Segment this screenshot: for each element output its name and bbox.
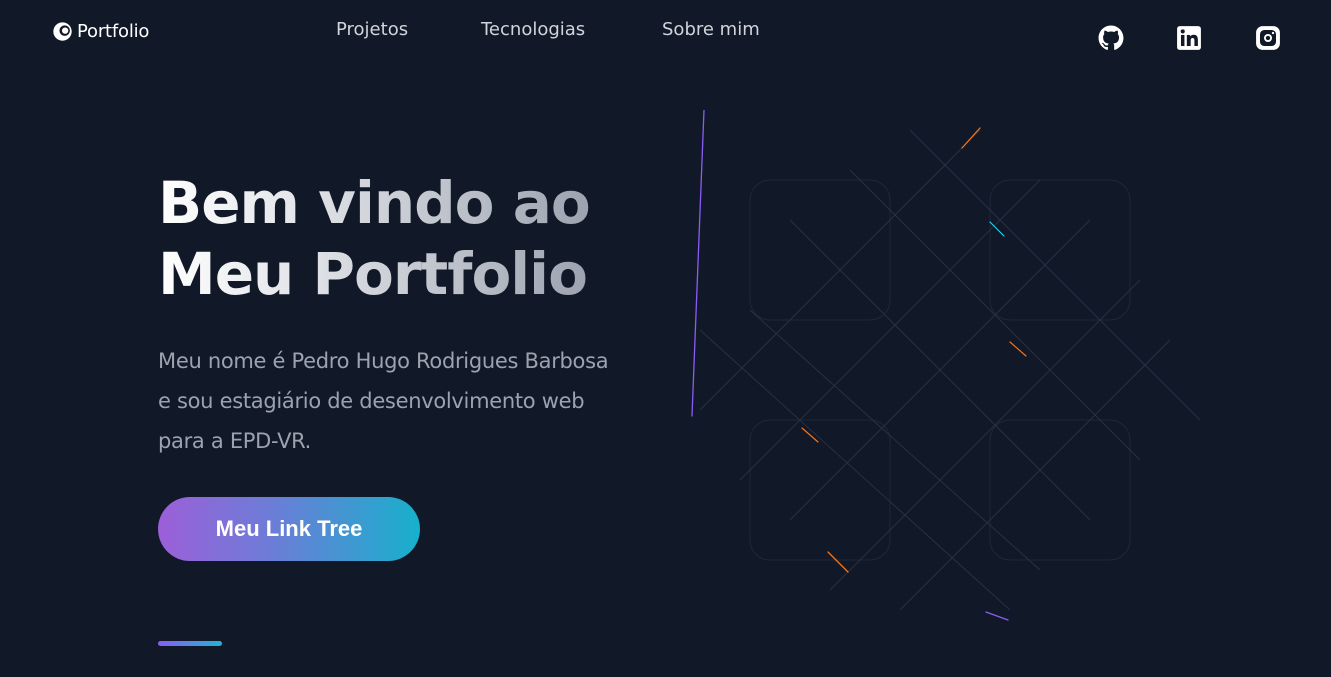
page: Portfolio Projetos Tecnologias Sobre mim… <box>0 0 1331 677</box>
instagram-link[interactable] <box>1255 25 1281 51</box>
logo-icon <box>53 21 72 41</box>
hero-title-line-1: Bem vindo ao <box>158 169 590 237</box>
instagram-icon <box>1256 26 1280 50</box>
hero-description: Meu nome é Pedro Hugo Rodrigues Barbosa … <box>158 341 678 461</box>
hero-background-graphic <box>691 110 1200 621</box>
nav-link-tecnologias[interactable]: Tecnologias <box>481 19 585 40</box>
hero-title-line-2: Meu Portfolio <box>158 240 587 308</box>
linkedin-icon <box>1177 26 1201 50</box>
nav-link-projetos[interactable]: Projetos <box>336 19 408 40</box>
hero-title: Bem vindo ao Meu Portfolio <box>158 168 590 310</box>
streak-4 <box>691 110 705 417</box>
streak-6 <box>827 551 849 573</box>
hero-description-line-2: e sou estagiário de desenvolvimento web <box>158 389 585 413</box>
link-tree-button[interactable]: Meu Link Tree <box>158 497 420 561</box>
hero-description-line-1: Meu nome é Pedro Hugo Rodrigues Barbosa <box>158 349 609 373</box>
logo-link[interactable]: Portfolio <box>52 18 149 44</box>
nav-link-sobre-mim[interactable]: Sobre mim <box>662 19 760 40</box>
accent-bar <box>158 641 222 646</box>
streak-1 <box>961 127 981 149</box>
hero-description-line-3: para a EPD-VR. <box>158 429 312 453</box>
logo-text: Portfolio <box>77 20 150 42</box>
linkedin-link[interactable] <box>1176 25 1202 51</box>
github-icon <box>1098 25 1124 50</box>
streak-2 <box>989 221 1005 237</box>
github-link[interactable] <box>1098 25 1124 51</box>
streak-7 <box>985 611 1009 621</box>
